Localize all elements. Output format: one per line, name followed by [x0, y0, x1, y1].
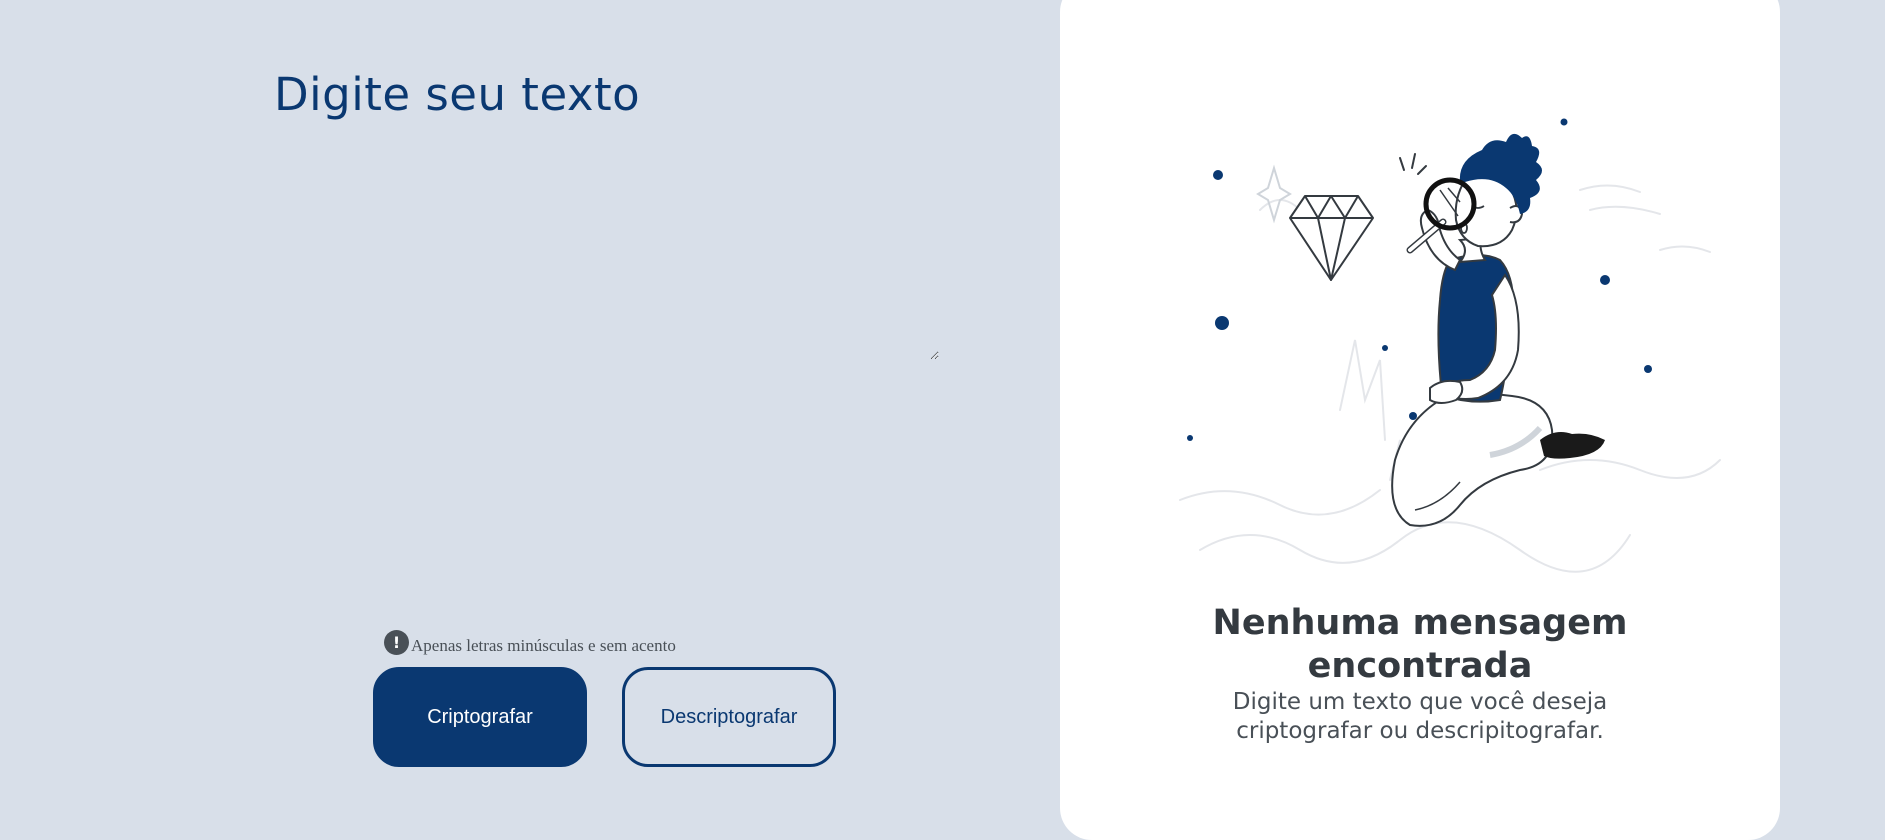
empty-state-description: Digite um texto que você deseja criptogr…: [1060, 688, 1780, 746]
search-person-illustration: [1179, 118, 1721, 573]
empty-state-title: Nenhuma mensagem encontrada: [1060, 602, 1780, 688]
empty-state-title-text: Nenhuma mensagem encontrada: [1212, 603, 1628, 686]
encrypt-button[interactable]: Criptografar: [373, 667, 587, 767]
exclamation-circle-icon: !: [384, 630, 409, 655]
empty-state-description-text: Digite um texto que você deseja criptogr…: [1232, 689, 1608, 744]
input-section: Digite seu texto ! Apenas letras minúscu…: [0, 0, 1060, 811]
hint-text: Apenas letras minúsculas e sem acento: [411, 636, 676, 655]
decrypt-button[interactable]: Descriptografar: [622, 667, 836, 767]
input-title: Digite seu texto: [274, 68, 641, 121]
text-input[interactable]: [274, 150, 939, 360]
output-panel: Nenhuma mensagem encontrada Digite um te…: [1060, 0, 1780, 840]
input-hint: ! Apenas letras minúsculas e sem acento: [384, 630, 676, 655]
